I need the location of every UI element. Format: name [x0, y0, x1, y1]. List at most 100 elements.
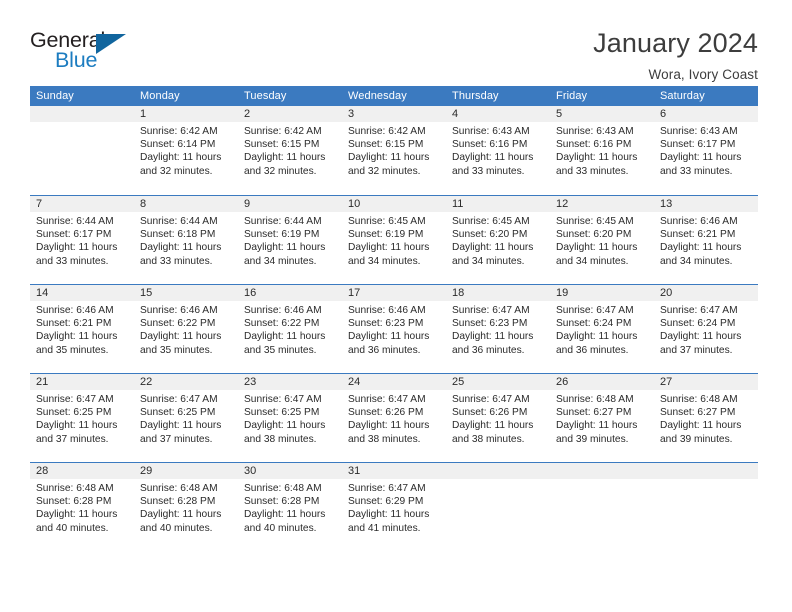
day-cell[interactable]: 12 Sunrise: 6:45 AM Sunset: 6:20 PM Dayligh…: [550, 196, 654, 284]
sunset-text: Sunset: 6:28 PM: [244, 496, 320, 508]
day-sun-info: Sunrise: 6:46 AM Sunset: 6:22 PM Daylight:…: [134, 301, 238, 357]
day-cell[interactable]: 9 Sunrise: 6:44 AM Sunset: 6:19 PM Daylight…: [238, 196, 342, 284]
sunrise-text: Sunrise: 6:42 AM: [244, 126, 322, 137]
sunset-text: Sunset: 6:19 PM: [348, 229, 424, 241]
sunrise-text: Sunrise: 6:47 AM: [452, 305, 530, 316]
day-cell[interactable]: 21 Sunrise: 6:47 AM Sunset: 6:25 PM Dayligh…: [30, 374, 134, 462]
daylight-text-line1: Daylight: 11 hours: [556, 152, 638, 164]
weekday-header-row: Sunday Monday Tuesday Wednesday Thursday Frid…: [30, 86, 758, 106]
day-sun-info: Sunrise: 6:47 AM Sunset: 6:25 PM Daylight:…: [134, 390, 238, 446]
sunset-text: Sunset: 6:21 PM: [36, 318, 112, 330]
sunrise-text: Sunrise: 6:48 AM: [244, 483, 322, 494]
daylight-text-line1: Daylight: 11 hours: [140, 509, 222, 521]
sunrise-text: Sunrise: 6:47 AM: [556, 305, 634, 316]
daylight-text-line1: Daylight: 11 hours: [556, 331, 638, 343]
sunrise-text: Sunrise: 6:44 AM: [36, 216, 114, 227]
calendar-page: General Blue January 2024 Wora, Ivory Co…: [0, 0, 792, 612]
day-cell[interactable]: 20 Sunrise: 6:47 AM Sunset: 6:24 PM Dayligh…: [654, 285, 758, 373]
day-cell[interactable]: 25 Sunrise: 6:47 AM Sunset: 6:26 PM Dayligh…: [446, 374, 550, 462]
day-number: 31: [342, 463, 446, 479]
day-sun-info: Sunrise: 6:48 AM Sunset: 6:28 PM Daylight:…: [238, 479, 342, 535]
day-number: 11: [446, 196, 550, 212]
day-cell[interactable]: 19 Sunrise: 6:47 AM Sunset: 6:24 PM Dayligh…: [550, 285, 654, 373]
day-cell[interactable]: 8 Sunrise: 6:44 AM Sunset: 6:18 PM Daylight…: [134, 196, 238, 284]
sunrise-text: Sunrise: 6:45 AM: [556, 216, 634, 227]
day-cell[interactable]: 22 Sunrise: 6:47 AM Sunset: 6:25 PM Dayligh…: [134, 374, 238, 462]
day-cell[interactable]: 29 Sunrise: 6:48 AM Sunset: 6:28 PM Dayligh…: [134, 463, 238, 551]
day-number: 26: [550, 374, 654, 390]
day-number: 2: [238, 106, 342, 122]
day-cell[interactable]: 18 Sunrise: 6:47 AM Sunset: 6:23 PM Dayligh…: [446, 285, 550, 373]
sunset-text: Sunset: 6:25 PM: [140, 407, 216, 419]
daylight-text-line2: and 33 minutes.: [452, 165, 525, 177]
daylight-text-line1: Daylight: 11 hours: [660, 152, 742, 164]
sunset-text: Sunset: 6:27 PM: [556, 407, 632, 419]
day-cell[interactable]: 14 Sunrise: 6:46 AM Sunset: 6:21 PM Dayligh…: [30, 285, 134, 373]
day-sun-info: Sunrise: 6:47 AM Sunset: 6:26 PM Daylight:…: [446, 390, 550, 446]
day-sun-info: Sunrise: 6:46 AM Sunset: 6:22 PM Daylight:…: [238, 301, 342, 357]
day-cell[interactable]: 11 Sunrise: 6:45 AM Sunset: 6:20 PM Dayligh…: [446, 196, 550, 284]
sunrise-text: Sunrise: 6:44 AM: [244, 216, 322, 227]
daylight-text-line2: and 37 minutes.: [140, 433, 213, 445]
day-cell[interactable]: 1 Sunrise: 6:42 AM Sunset: 6:14 PM Daylight…: [134, 106, 238, 195]
day-number: 19: [550, 285, 654, 301]
daylight-text-line2: and 37 minutes.: [36, 433, 109, 445]
day-cell[interactable]: 3 Sunrise: 6:42 AM Sunset: 6:15 PM Daylight…: [342, 106, 446, 195]
sunset-text: Sunset: 6:25 PM: [36, 407, 112, 419]
sunset-text: Sunset: 6:29 PM: [348, 496, 424, 508]
daylight-text-line1: Daylight: 11 hours: [452, 420, 534, 432]
day-cell[interactable]: 4 Sunrise: 6:43 AM Sunset: 6:16 PM Daylight…: [446, 106, 550, 195]
daylight-text-line1: Daylight: 11 hours: [36, 420, 118, 432]
day-sun-info: Sunrise: 6:47 AM Sunset: 6:25 PM Daylight:…: [30, 390, 134, 446]
day-number: 27: [654, 374, 758, 390]
daylight-text-line1: Daylight: 11 hours: [452, 242, 534, 254]
page-title: January 2024: [593, 28, 758, 58]
day-sun-info: Sunrise: 6:44 AM Sunset: 6:18 PM Daylight:…: [134, 212, 238, 268]
day-cell[interactable]: 27 Sunrise: 6:48 AM Sunset: 6:27 PM Dayligh…: [654, 374, 758, 462]
sunset-text: Sunset: 6:24 PM: [556, 318, 632, 330]
day-cell[interactable]: 17 Sunrise: 6:46 AM Sunset: 6:23 PM Dayligh…: [342, 285, 446, 373]
day-cell[interactable]: 6 Sunrise: 6:43 AM Sunset: 6:17 PM Daylight…: [654, 106, 758, 195]
day-cell[interactable]: 26 Sunrise: 6:48 AM Sunset: 6:27 PM Dayligh…: [550, 374, 654, 462]
day-cell[interactable]: 2 Sunrise: 6:42 AM Sunset: 6:15 PM Daylight…: [238, 106, 342, 195]
sunrise-text: Sunrise: 6:46 AM: [36, 305, 114, 316]
day-sun-info: Sunrise: 6:48 AM Sunset: 6:27 PM Daylight:…: [550, 390, 654, 446]
day-number: 21: [30, 374, 134, 390]
daylight-text-line1: Daylight: 11 hours: [36, 331, 118, 343]
day-cell[interactable]: 31 Sunrise: 6:47 AM Sunset: 6:29 PM Dayligh…: [342, 463, 446, 551]
day-cell[interactable]: 30 Sunrise: 6:48 AM Sunset: 6:28 PM Dayligh…: [238, 463, 342, 551]
daylight-text-line2: and 39 minutes.: [556, 433, 629, 445]
day-cell[interactable]: 5 Sunrise: 6:43 AM Sunset: 6:16 PM Daylight…: [550, 106, 654, 195]
day-cell[interactable]: 10 Sunrise: 6:45 AM Sunset: 6:19 PM Dayligh…: [342, 196, 446, 284]
day-cell[interactable]: 23 Sunrise: 6:47 AM Sunset: 6:25 PM Dayligh…: [238, 374, 342, 462]
sunset-text: Sunset: 6:20 PM: [556, 229, 632, 241]
sunrise-text: Sunrise: 6:47 AM: [244, 394, 322, 405]
day-sun-info: Sunrise: 6:48 AM Sunset: 6:28 PM Daylight:…: [30, 479, 134, 535]
daylight-text-line2: and 33 minutes.: [140, 255, 213, 267]
day-sun-info: Sunrise: 6:44 AM Sunset: 6:17 PM Daylight:…: [30, 212, 134, 268]
day-cell[interactable]: 15 Sunrise: 6:46 AM Sunset: 6:22 PM Dayligh…: [134, 285, 238, 373]
day-cell[interactable]: 13 Sunrise: 6:46 AM Sunset: 6:21 PM Dayligh…: [654, 196, 758, 284]
title-block: January 2024 Wora, Ivory Coast: [593, 26, 758, 85]
logo-text-blue: Blue: [55, 48, 98, 72]
sunrise-text: Sunrise: 6:42 AM: [140, 126, 218, 137]
day-cell[interactable]: 7 Sunrise: 6:44 AM Sunset: 6:17 PM Daylight…: [30, 196, 134, 284]
daylight-text-line1: Daylight: 11 hours: [140, 331, 222, 343]
sunrise-text: Sunrise: 6:43 AM: [660, 126, 738, 137]
day-cell[interactable]: 16 Sunrise: 6:46 AM Sunset: 6:22 PM Dayligh…: [238, 285, 342, 373]
day-cell-empty: [550, 463, 654, 551]
sunrise-text: Sunrise: 6:46 AM: [244, 305, 322, 316]
day-cell[interactable]: 28 Sunrise: 6:48 AM Sunset: 6:28 PM Dayligh…: [30, 463, 134, 551]
day-number: 9: [238, 196, 342, 212]
day-number: 13: [654, 196, 758, 212]
daylight-text-line1: Daylight: 11 hours: [244, 420, 326, 432]
weekday-header-thursday: Thursday: [452, 90, 499, 102]
day-sun-info: Sunrise: 6:47 AM Sunset: 6:23 PM Daylight:…: [446, 301, 550, 357]
day-number: [446, 463, 550, 479]
sunset-text: Sunset: 6:26 PM: [348, 407, 424, 419]
day-sun-info: Sunrise: 6:45 AM Sunset: 6:20 PM Daylight:…: [446, 212, 550, 268]
day-sun-info: Sunrise: 6:46 AM Sunset: 6:21 PM Daylight:…: [30, 301, 134, 357]
daylight-text-line1: Daylight: 11 hours: [140, 242, 222, 254]
day-cell[interactable]: 24 Sunrise: 6:47 AM Sunset: 6:26 PM Dayligh…: [342, 374, 446, 462]
day-number: 30: [238, 463, 342, 479]
